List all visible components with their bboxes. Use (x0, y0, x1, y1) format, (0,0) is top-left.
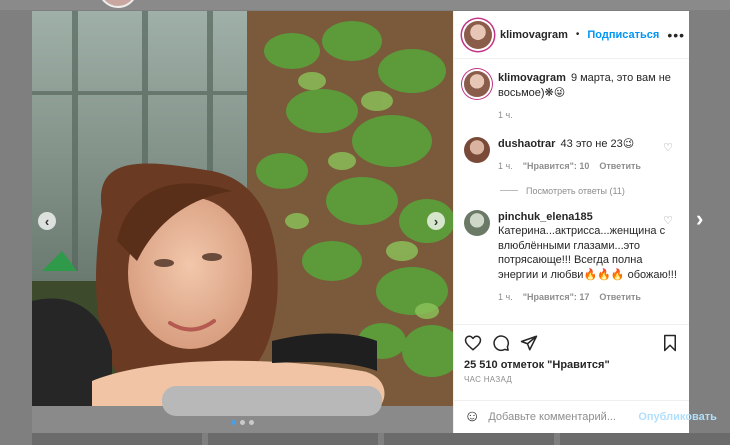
commenter-username[interactable]: pinchuk_elena185 (498, 211, 593, 223)
carousel-dot (240, 420, 245, 425)
caption-username[interactable]: klimovagram (498, 72, 566, 84)
caption: klimovagram 9 марта, это вам не восьмое)… (464, 71, 679, 123)
carousel-dot (249, 420, 254, 425)
reply-button[interactable]: Ответить (599, 159, 641, 174)
like-heart-icon[interactable] (464, 334, 482, 352)
likes-count[interactable]: 25 510 отметок "Нравится" (464, 359, 679, 371)
comments-list[interactable]: klimovagram 9 марта, это вам не восьмое)… (454, 59, 689, 324)
separator-dot: • (575, 29, 580, 40)
commenter-avatar[interactable] (464, 209, 490, 236)
carousel-dots (32, 420, 453, 425)
emoji-icon[interactable]: ☺ (464, 408, 480, 426)
comment-item: dushaotrar 43 это не 23😉 1 ч. "Нравится"… (464, 136, 679, 174)
caption-avatar[interactable] (464, 71, 490, 97)
backdrop-grid-thumbnails (0, 433, 730, 445)
view-replies-label: Посмотреть ответы (11) (526, 185, 625, 196)
share-send-icon[interactable] (520, 334, 538, 352)
next-post-arrow[interactable]: › (696, 208, 703, 230)
more-options-icon[interactable]: ••• (667, 27, 685, 43)
comment-time[interactable]: 1 ч. (498, 159, 513, 174)
comment-item: pinchuk_elena185 Катерина...актрисса...ж… (464, 209, 679, 305)
comment-likes[interactable]: "Нравится": 17 (523, 290, 590, 305)
post-photo: ‹ › (32, 11, 453, 433)
caption-time: 1 ч. (498, 110, 513, 120)
posted-time[interactable]: ЧАС НАЗАД (464, 375, 679, 384)
comment-likes[interactable]: "Нравится": 10 (523, 159, 590, 174)
comment-like-icon[interactable]: ♡ (663, 214, 673, 227)
add-comment-bar: ☺ Опубликовать (454, 400, 717, 433)
comment-text: Катерина...актрисса...женщина с влюблённ… (498, 225, 677, 281)
bookmark-icon[interactable] (661, 334, 679, 352)
comment-bubble-icon[interactable] (492, 334, 510, 352)
carousel-dot (231, 420, 236, 425)
photo-image (32, 11, 453, 433)
post-modal: ‹ › klimovagram • Подписаться ••• klimov… (32, 11, 717, 433)
comment-text: 43 это не 23😉 (560, 137, 635, 150)
author-avatar[interactable] (464, 20, 492, 49)
reply-button[interactable]: Ответить (599, 290, 641, 305)
author-username[interactable]: klimovagram (500, 29, 568, 41)
carousel-next-button[interactable]: › (427, 212, 445, 230)
post-actions: 25 510 отметок "Нравится" ЧАС НАЗАД (454, 324, 689, 400)
carousel-prev-button[interactable]: ‹ (38, 212, 56, 230)
commenter-username[interactable]: dushaotrar (498, 138, 555, 150)
replies-line (500, 190, 518, 191)
comment-input[interactable] (488, 411, 631, 423)
publish-button[interactable]: Опубликовать (638, 411, 717, 423)
post-sidebar: klimovagram • Подписаться ••• klimovagra… (453, 11, 717, 433)
follow-button[interactable]: Подписаться (587, 29, 659, 41)
commenter-avatar[interactable] (464, 136, 490, 163)
view-replies-button[interactable]: Посмотреть ответы (11) (500, 186, 679, 196)
comment-time[interactable]: 1 ч. (498, 290, 513, 305)
post-header: klimovagram • Подписаться ••• (454, 11, 689, 59)
comment-like-icon[interactable]: ♡ (663, 141, 673, 154)
